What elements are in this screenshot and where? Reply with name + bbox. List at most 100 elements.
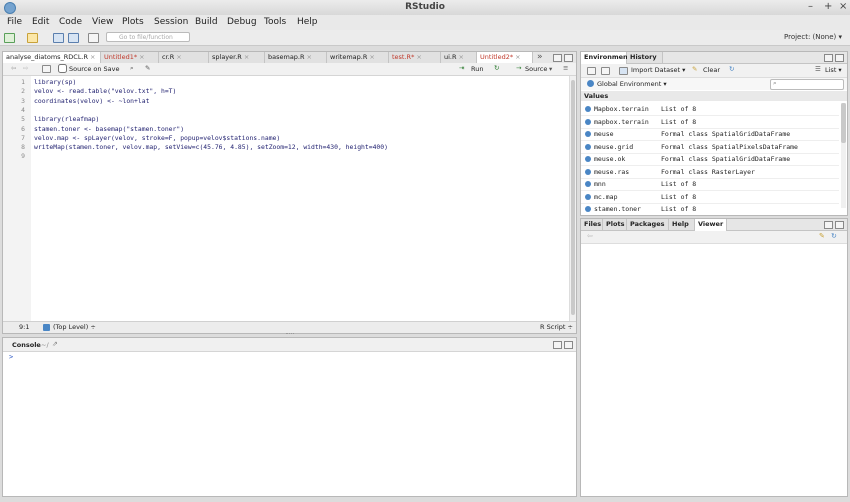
menu-file[interactable]: File — [7, 17, 22, 27]
env-row[interactable]: stamen.toner List of 8 — [581, 203, 839, 215]
refresh-viewer-icon[interactable]: ↻ — [831, 232, 837, 240]
scroll-thumb[interactable] — [841, 103, 846, 143]
env-row[interactable]: meuse.grid Formal class SpatialPixelsData… — [581, 141, 839, 154]
maximize-pane-icon[interactable] — [564, 54, 573, 62]
menu-tools[interactable]: Tools — [264, 17, 286, 27]
close-tab-icon[interactable]: × — [416, 53, 421, 61]
code-line[interactable]: velov.map <- spLayer(velov, stroke=F, po… — [34, 134, 280, 142]
open-folder-icon[interactable] — [27, 33, 38, 43]
menu-edit[interactable]: Edit — [32, 17, 49, 27]
clear-button[interactable]: Clear — [703, 66, 720, 74]
console-output[interactable] — [3, 364, 576, 496]
env-row[interactable]: mc.map List of 8 — [581, 191, 839, 204]
env-row[interactable]: mnn List of 8 — [581, 178, 839, 191]
env-row[interactable]: meuse.ok Formal class SpatialGridDataFram… — [581, 153, 839, 166]
env-row[interactable]: mapbox.terrain List of 8 — [581, 116, 839, 129]
code-line[interactable]: library(sp) — [34, 78, 76, 86]
run-button[interactable]: Run — [471, 65, 483, 73]
forward-arrow-icon[interactable]: ⇨ — [23, 64, 28, 72]
tab-viewer[interactable]: Viewer — [695, 219, 727, 231]
viewer-back-icon[interactable]: ⇦ — [587, 232, 593, 240]
close-tab-icon[interactable]: × — [139, 53, 144, 61]
code-line[interactable]: writeMap(stamen.toner, velov.map, setVie… — [34, 143, 388, 151]
source-on-save-checkbox[interactable] — [58, 64, 67, 73]
close-tab-icon[interactable]: × — [307, 53, 312, 61]
maximize-pane-icon[interactable] — [835, 221, 844, 229]
menu-code[interactable]: Code — [59, 17, 82, 27]
environment-selector[interactable]: Global Environment ▾ — [597, 80, 667, 88]
maximize-pane-icon[interactable] — [835, 54, 844, 62]
find-icon[interactable]: ⌕ — [130, 64, 134, 73]
rerun-icon[interactable]: ↻ — [494, 64, 499, 72]
save-icon[interactable] — [53, 33, 64, 43]
env-row[interactable]: Mapbox.terrain List of 8 — [581, 103, 839, 116]
close-tab-icon[interactable]: × — [459, 53, 464, 61]
load-workspace-icon[interactable] — [587, 67, 596, 75]
refresh-icon[interactable]: ↻ — [729, 65, 734, 73]
close-tab-icon[interactable]: × — [515, 53, 520, 61]
tab-plots[interactable]: Plots — [603, 219, 627, 230]
env-row[interactable]: meuse.ras Formal class RasterLayer — [581, 166, 839, 179]
tab-splayer[interactable]: splayer.R × — [209, 52, 265, 63]
editor-scrollbar[interactable] — [569, 76, 576, 321]
goto-file-input[interactable]: Go to file/function — [106, 32, 190, 42]
env-row[interactable]: meuse Formal class SpatialGridDataFrame — [581, 128, 839, 141]
tab-cr[interactable]: cr.R × — [159, 52, 209, 63]
minimize-pane-icon[interactable] — [824, 54, 833, 62]
console-prompt[interactable]: > — [9, 353, 13, 361]
go-to-directory-icon[interactable]: ⇗ — [52, 340, 58, 348]
minimize-pane-icon[interactable] — [824, 221, 833, 229]
back-arrow-icon[interactable]: ⇦ — [11, 64, 16, 72]
tab-environment[interactable]: Environment — [581, 52, 631, 64]
save-all-icon[interactable] — [68, 33, 79, 43]
menu-session[interactable]: Session — [154, 17, 188, 27]
view-mode-selector[interactable]: List ▾ — [825, 66, 842, 74]
outline-icon[interactable]: ≡ — [563, 64, 568, 72]
close-tab-icon[interactable]: × — [369, 53, 374, 61]
minimize-pane-icon[interactable] — [553, 54, 562, 62]
file-type-selector[interactable]: R Script ÷ — [540, 322, 573, 333]
scroll-thumb[interactable] — [571, 80, 575, 315]
wand-icon[interactable]: ✎ — [145, 64, 150, 72]
code-editor[interactable]: 1 library(sp) 2 velov <- read.table("velov.… — [3, 76, 570, 321]
minimize-button[interactable]: – — [808, 1, 813, 12]
project-menu[interactable]: Project: (None) ▾ — [784, 33, 842, 41]
save-workspace-icon[interactable] — [601, 67, 610, 75]
code-line[interactable]: library(rleafmap) — [34, 115, 99, 123]
tab-packages[interactable]: Packages — [627, 219, 669, 230]
close-button[interactable]: × — [839, 1, 847, 12]
save-icon[interactable] — [42, 65, 51, 73]
close-tab-icon[interactable]: × — [244, 53, 249, 61]
print-icon[interactable] — [88, 33, 99, 43]
tab-untitled1[interactable]: Untitled1* × — [101, 52, 159, 63]
env-search-input[interactable]: ⌕ — [770, 79, 844, 90]
source-button[interactable]: Source — [525, 65, 547, 73]
menu-view[interactable]: View — [92, 17, 113, 27]
source-dropdown-icon[interactable]: ▾ — [549, 65, 552, 73]
minimize-pane-icon[interactable] — [553, 341, 562, 349]
tabs-overflow-icon[interactable]: » — [537, 52, 543, 63]
tab-help[interactable]: Help — [669, 219, 695, 230]
tab-basemap[interactable]: basemap.R × — [265, 52, 327, 63]
tab-history[interactable]: History — [627, 52, 663, 63]
import-dataset-button[interactable]: Import Dataset ▾ — [631, 66, 685, 74]
menu-plots[interactable]: Plots — [122, 17, 144, 27]
close-tab-icon[interactable]: × — [176, 53, 181, 61]
tab-ui[interactable]: ui.R × — [441, 52, 477, 63]
tab-files[interactable]: Files — [581, 219, 603, 230]
code-line[interactable]: coordinates(velov) <- ~lon+lat — [34, 97, 149, 105]
code-line[interactable]: stamen.toner <- basemap("stamen.toner") — [34, 125, 184, 133]
scope-selector[interactable]: (Top Level) ÷ — [53, 322, 96, 333]
maximize-pane-icon[interactable] — [564, 341, 573, 349]
menu-build[interactable]: Build — [195, 17, 218, 27]
code-line[interactable]: velov <- read.table("velov.txt", h=T) — [34, 87, 176, 95]
maximize-button[interactable]: + — [824, 1, 832, 12]
tab-writemap[interactable]: writemap.R × — [327, 52, 389, 63]
menu-help[interactable]: Help — [297, 17, 318, 27]
env-scrollbar[interactable] — [841, 103, 846, 208]
close-tab-icon[interactable]: × — [90, 53, 95, 61]
clear-viewer-icon[interactable]: ✎ — [819, 232, 825, 240]
new-file-icon[interactable] — [4, 33, 15, 43]
tab-test[interactable]: test.R* × — [389, 52, 441, 63]
menu-debug[interactable]: Debug — [227, 17, 257, 27]
